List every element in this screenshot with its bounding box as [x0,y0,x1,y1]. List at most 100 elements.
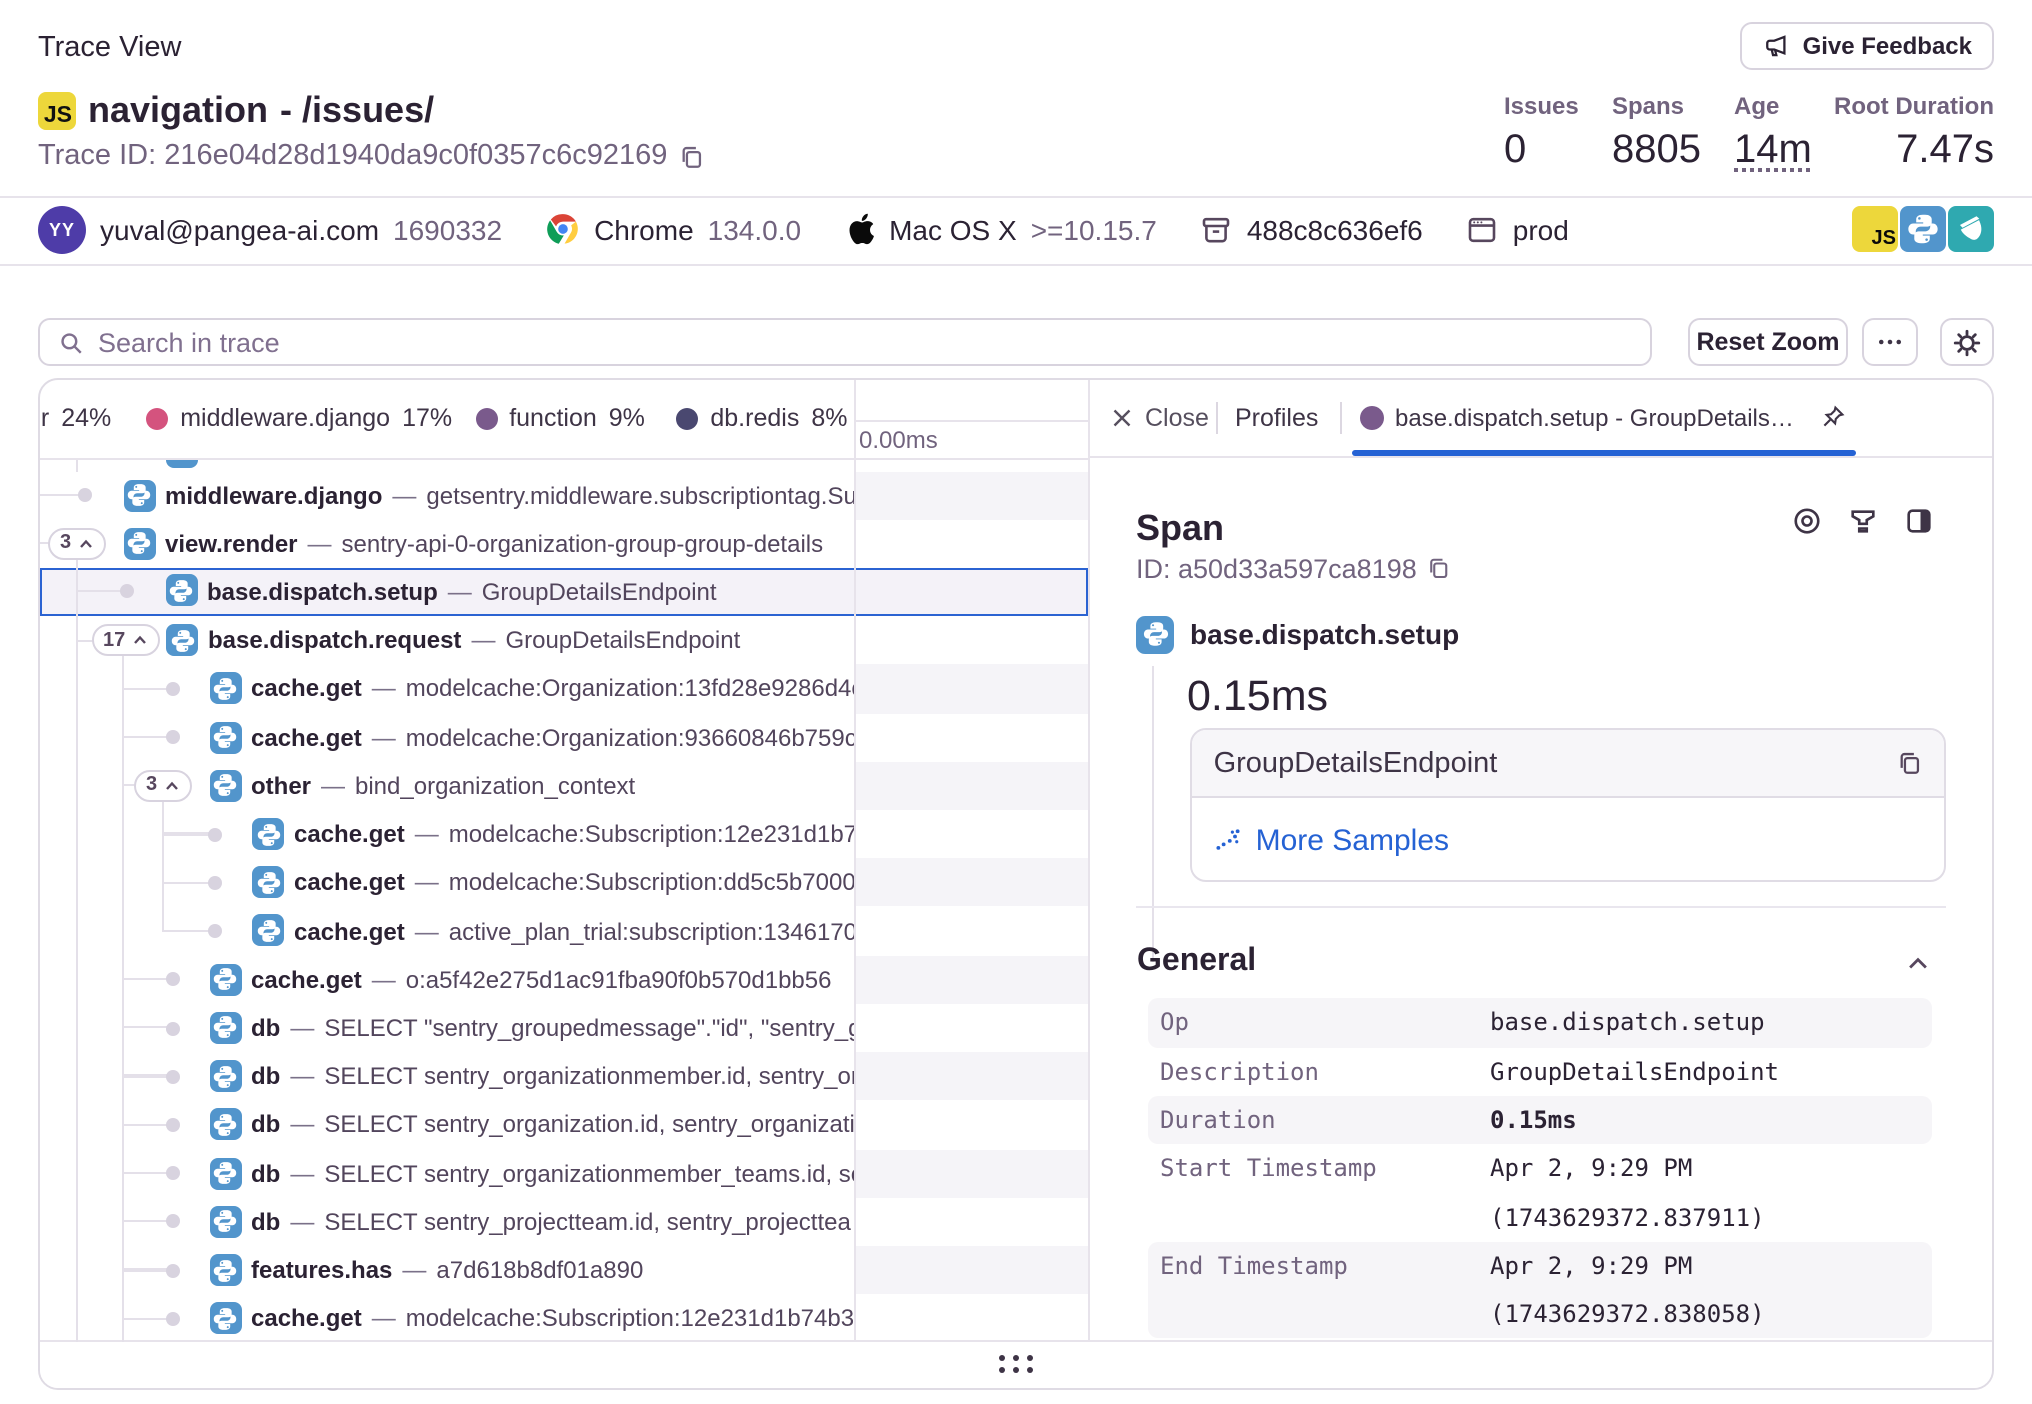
user-email: yuval@pangea-ai.com [100,213,379,245]
js-platform-badge: JS [38,92,76,130]
python-op-icon [252,818,284,850]
resize-grip[interactable] [999,1356,1033,1374]
span-row[interactable]: base.dispatch.setup—GroupDetailsEndpoint [40,568,1087,616]
general-row-start-timestamp: Start TimestampApr 2, 9:29 PM (174362937… [1148,1145,1931,1242]
span-op-dot [1359,405,1383,429]
drawer-body: Span [1089,457,1992,1339]
browser-window-icon [1467,213,1499,245]
span-row[interactable]: features.has—a7d618b8df01a890 [40,1246,1087,1294]
meta-chip: Mac OS X>=10.15.7 [845,212,1157,246]
archive-box-icon [1201,213,1233,245]
span-row[interactable]: middleware.django—getsentry.middleware.s… [40,471,1087,519]
user-info: yuval@pangea-ai.com 1690332 [100,213,502,245]
copy-icon[interactable] [677,143,703,169]
span-row[interactable]: 3other—bind_organization_context [40,762,1087,810]
span-row[interactable]: cache.get—o:a5f42e275d1ac91fba90f0b570d1… [40,955,1087,1003]
javascript-platform-icon: JS [1852,206,1898,252]
megaphone-icon [1763,32,1791,60]
more-samples-link[interactable]: More Samples [1192,801,1945,880]
settings-button[interactable] [1940,318,1994,366]
python-op-icon [252,867,284,899]
copy-icon[interactable] [1427,556,1451,580]
python-op-icon [123,479,155,511]
span-row[interactable]: cache.get—modelcache:Subscription:12e231… [40,810,1087,858]
span-node-dot [208,876,222,890]
meta-divider [0,263,2032,265]
span-row[interactable]: cache.get—modelcache:Subscription:dd5c5b… [40,859,1087,907]
span-heading: Span [1136,507,1224,549]
pin-tab-button[interactable] [1820,404,1846,430]
meta-chip: 488c8c636ef6 [1201,213,1423,245]
tab-span-details[interactable]: base.dispatch.setup - GroupDetails… [1359,380,1846,454]
legend-item[interactable]: db.redis8% [676,380,847,457]
span-node-dot [165,973,179,987]
span-node-dot [165,730,179,744]
timeline-stripe [853,1246,1087,1294]
legend-item[interactable]: middleware.django17% [146,380,452,457]
partial-row-icon [166,459,198,467]
span-row[interactable]: db—SELECT "sentry_groupedmessage"."id", … [40,1004,1087,1052]
python-op-icon [209,1254,241,1286]
collapse-section-button[interactable] [1904,949,1932,977]
span-row[interactable]: cache.get—modelcache:Organization:936608… [40,713,1087,761]
copy-icon[interactable] [1897,750,1923,776]
meta-bar: YY yuval@pangea-ai.com 1690332 Chrome134… [38,196,1994,262]
timeline-stripe [853,1149,1087,1197]
timeline-header: 0.00ms [853,380,1087,457]
general-heading: General [1137,943,1256,979]
trace-panel: or24% middleware.django17% function9% db.re… [38,378,1994,1390]
stat-age: Age14m [1734,92,1822,174]
span-row[interactable]: 17base.dispatch.request—GroupDetailsEndp… [40,616,1087,664]
legend-item[interactable]: or24% [40,380,111,457]
python-op-icon [209,1060,241,1092]
span-row[interactable]: cache.get—active_plan_trial:subscription… [40,907,1087,955]
flask-platform-icon [1948,206,1994,252]
trace-stats: Issues0Spans8805Age14mRoot Duration7.47s [1504,92,1994,174]
more-options-button[interactable] [1862,318,1918,366]
trace-view-app: Trace View Give Feedback JS navigation -… [0,0,2032,1404]
expand-collapse-pill[interactable]: 3 [134,770,191,802]
span-node-dot [208,924,222,938]
tab-separator [1215,402,1217,434]
search-icon [58,329,84,355]
general-table: Opbase.dispatch.setupDescriptionGroupDet… [1148,999,1931,1339]
event-path: - /issues/ [280,90,434,132]
expand-collapse-pill[interactable]: 17 [91,625,159,657]
python-op-icon [209,963,241,995]
span-row[interactable]: db—SELECT sentry_projectteam.id, sentry_… [40,1198,1087,1246]
span-row[interactable]: db—SELECT sentry_organizationmember_team… [40,1149,1087,1197]
general-row-description: DescriptionGroupDetailsEndpoint [1148,1047,1931,1096]
span-row[interactable]: db—SELECT sentry_organization.id, sentry… [40,1101,1087,1149]
funnel-icon[interactable] [1848,505,1878,535]
span-row[interactable]: cache.get—modelcache:Subscription:12e231… [40,1294,1087,1342]
drawer-tab-bar: Close Profiles base.dispatch.setup - Gro… [1089,380,1992,457]
close-drawer-button[interactable]: Close [1109,380,1209,454]
python-op-icon [209,1012,241,1044]
tab-profiles[interactable]: Profiles [1235,380,1318,454]
reset-zoom-button[interactable]: Reset Zoom [1688,318,1848,366]
timeline-column-divider[interactable] [853,380,855,1339]
span-description-card: GroupDetailsEndpoint [1190,728,1947,882]
samples-scatter-icon [1214,826,1242,854]
focus-icon[interactable] [1792,505,1822,535]
span-node-dot [208,827,222,841]
expand-collapse-pill[interactable]: 3 [48,528,105,560]
timeline-stripe [853,471,1087,519]
panel-footer [40,1339,1992,1388]
span-row[interactable]: cache.get—modelcache:Organization:13fd28… [40,665,1087,713]
timeline-stripe [853,762,1087,810]
layout-icon[interactable] [1904,505,1934,535]
general-row-end-timestamp: End TimestampApr 2, 9:29 PM (1743629372.… [1148,1242,1931,1339]
search-input[interactable]: Search in trace [38,318,1652,366]
span-node-dot [165,1021,179,1035]
span-row[interactable]: db—SELECT sentry_organizationmember.id, … [40,1052,1087,1100]
python-op-icon [209,1206,241,1238]
span-row[interactable]: 3view.render—sentry-api-0-organization-g… [40,519,1087,567]
span-description: GroupDetailsEndpoint [1192,730,1945,799]
span-node-dot [120,584,134,598]
meta-chip: prod [1467,213,1569,245]
stat-root-duration: Root Duration7.47s [1822,92,1994,174]
give-feedback-button[interactable]: Give Feedback [1741,22,1994,70]
legend-item[interactable]: function9% [475,380,645,457]
general-row-op: Opbase.dispatch.setup [1148,999,1931,1048]
